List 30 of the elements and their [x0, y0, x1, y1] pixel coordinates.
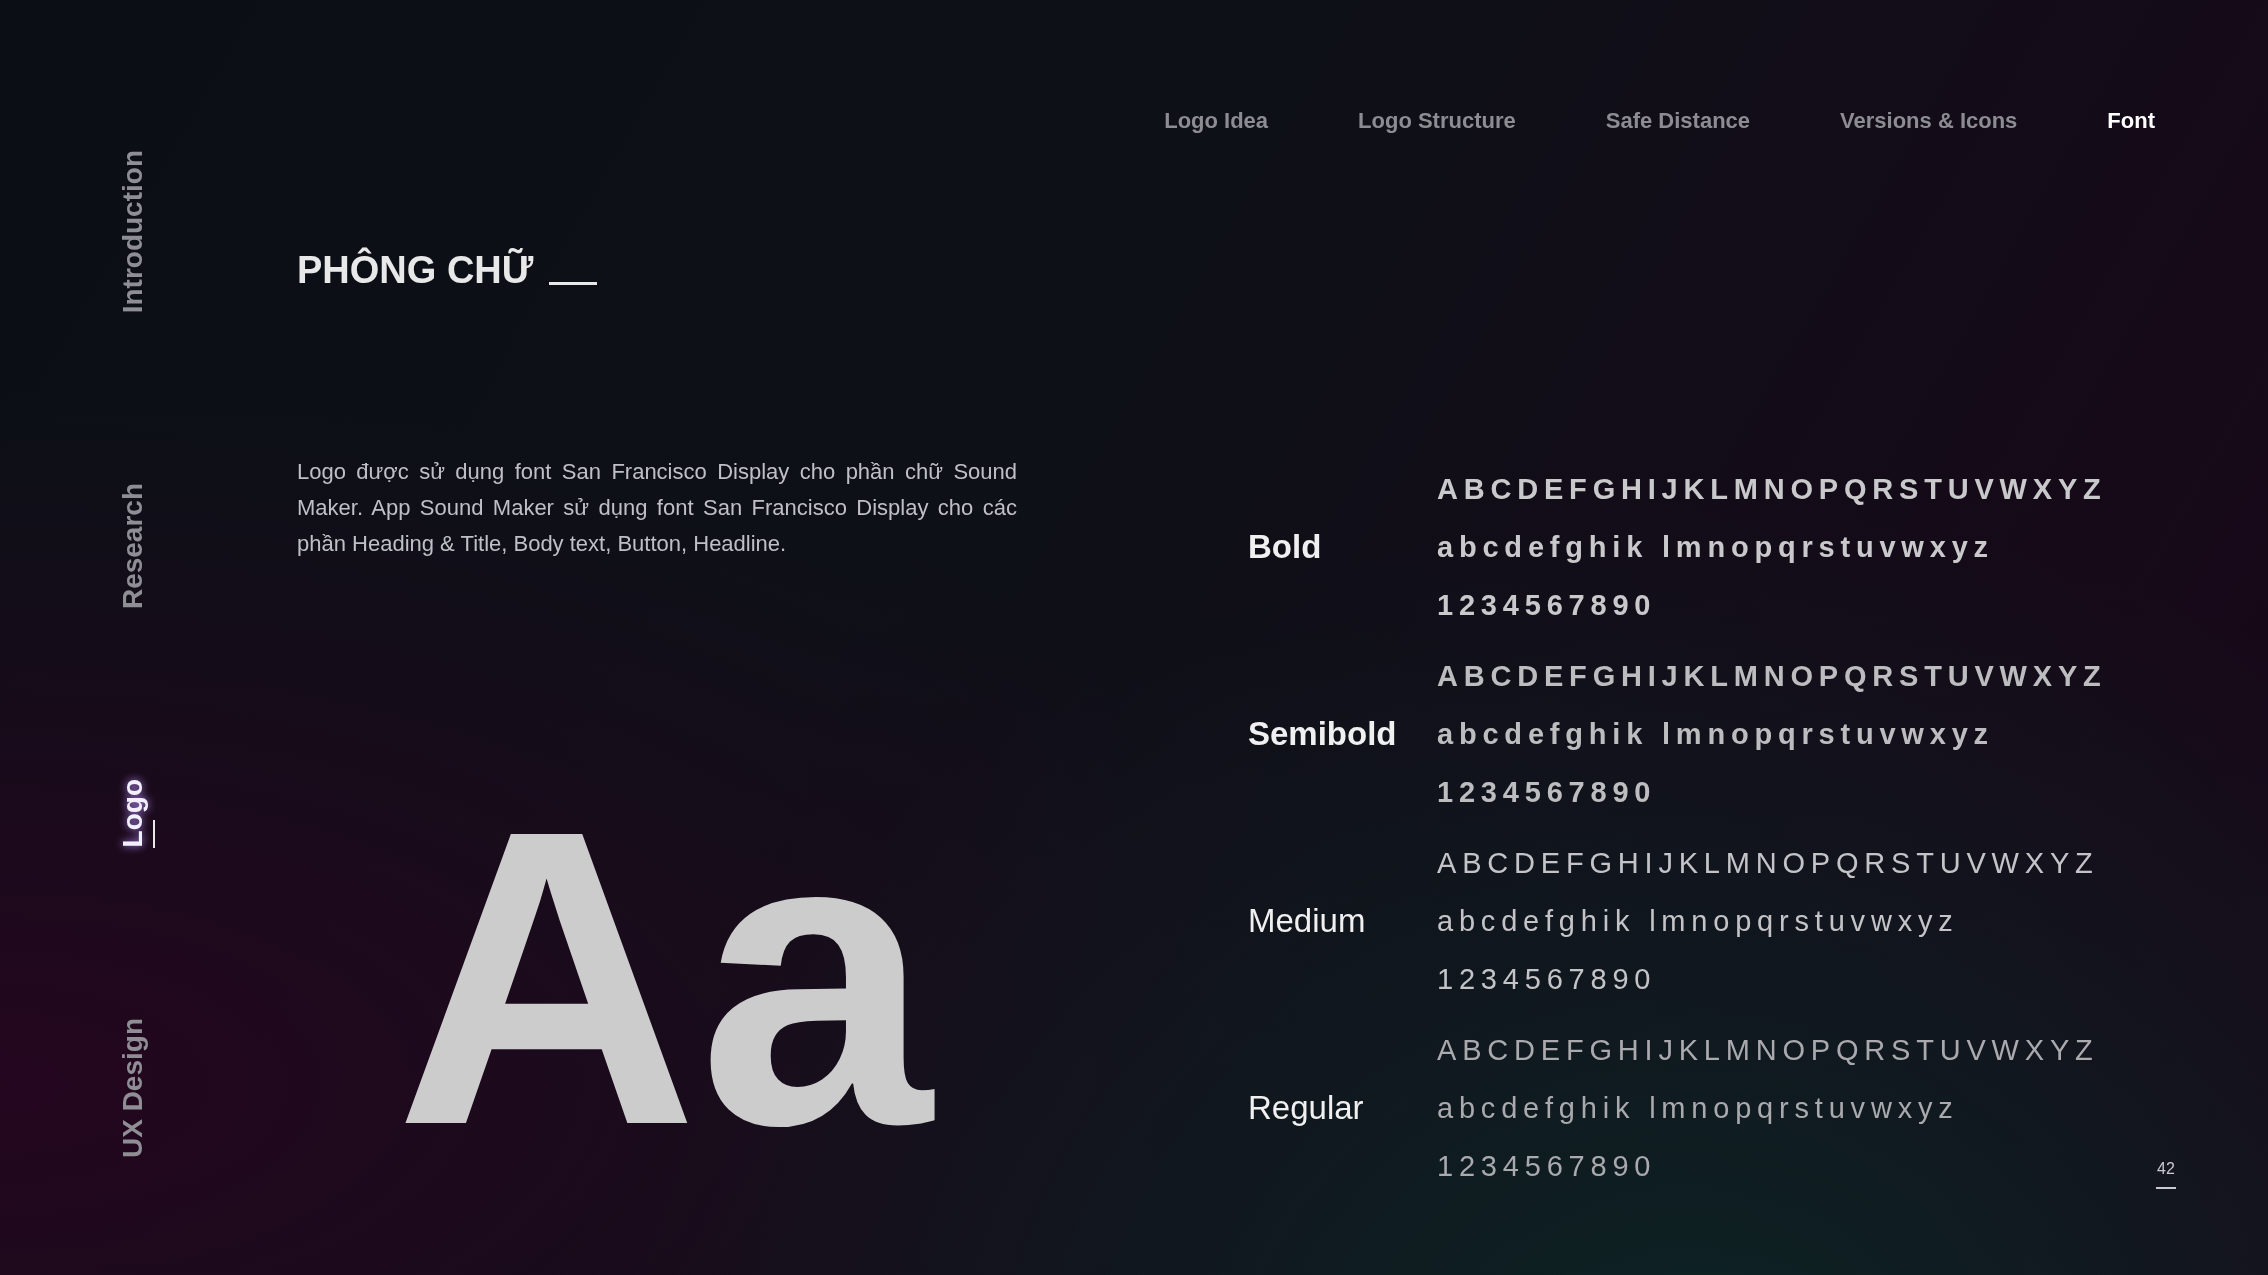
character-sample: 1234567890 [1437, 962, 1658, 997]
sidebar-tab[interactable]: Logo [118, 779, 147, 848]
weight-label: Medium [1248, 901, 1367, 942]
weight-label: Semibold [1248, 714, 1398, 755]
sidebar-tab[interactable]: UX Design [118, 1017, 147, 1158]
character-sample: 1234567890 [1437, 588, 1658, 623]
nav-tab[interactable]: Safe Distance [1605, 104, 1751, 137]
nav-tab[interactable]: Logo Structure [1358, 104, 1516, 137]
character-sample: 1234567890 [1437, 775, 1658, 810]
character-sample: abcdefghik lmnopqrstuvwxyz [1437, 717, 1995, 752]
character-sample: ABCDEFGHIJKLMNOPQRSTUVWXYZ [1437, 1033, 2099, 1068]
active-indicator [152, 819, 155, 848]
nav-tab[interactable]: Font [2107, 104, 2155, 137]
character-sample: ABCDEFGHIJKLMNOPQRSTUVWXYZ [1437, 472, 2107, 507]
character-sample: abcdefghik lmnopqrstuvwxyz [1437, 904, 1960, 939]
page-number: 42 [2157, 1159, 2175, 1179]
page-number-underline [2156, 1187, 2176, 1189]
character-sample: ABCDEFGHIJKLMNOPQRSTUVWXYZ [1437, 846, 2099, 881]
sidebar-tab[interactable]: Research [118, 483, 147, 610]
title-underline [549, 282, 598, 285]
nav-tab[interactable]: Logo Idea [1164, 104, 1269, 137]
character-sample: 1234567890 [1437, 1149, 1658, 1184]
weight-label: Regular [1248, 1088, 1365, 1129]
weight-label: Bold [1248, 527, 1323, 568]
description-paragraph: Logo được sử dụng font San Francisco Display cho phần chữ Sound Maker. App Sound Maker sử dụng font San Francisco Display cho các phần Heading & Title, Body text, Button, Headline. [297, 458, 1017, 558]
sidebar-tab[interactable]: Introduction [118, 150, 147, 314]
character-sample: abcdefghik lmnopqrstuvwxyz [1437, 1091, 1960, 1126]
character-sample: ABCDEFGHIJKLMNOPQRSTUVWXYZ [1437, 659, 2107, 694]
character-sample: abcdefghik lmnopqrstuvwxyz [1437, 530, 1995, 565]
nav-tab[interactable]: Versions & Icons [1840, 104, 2018, 137]
